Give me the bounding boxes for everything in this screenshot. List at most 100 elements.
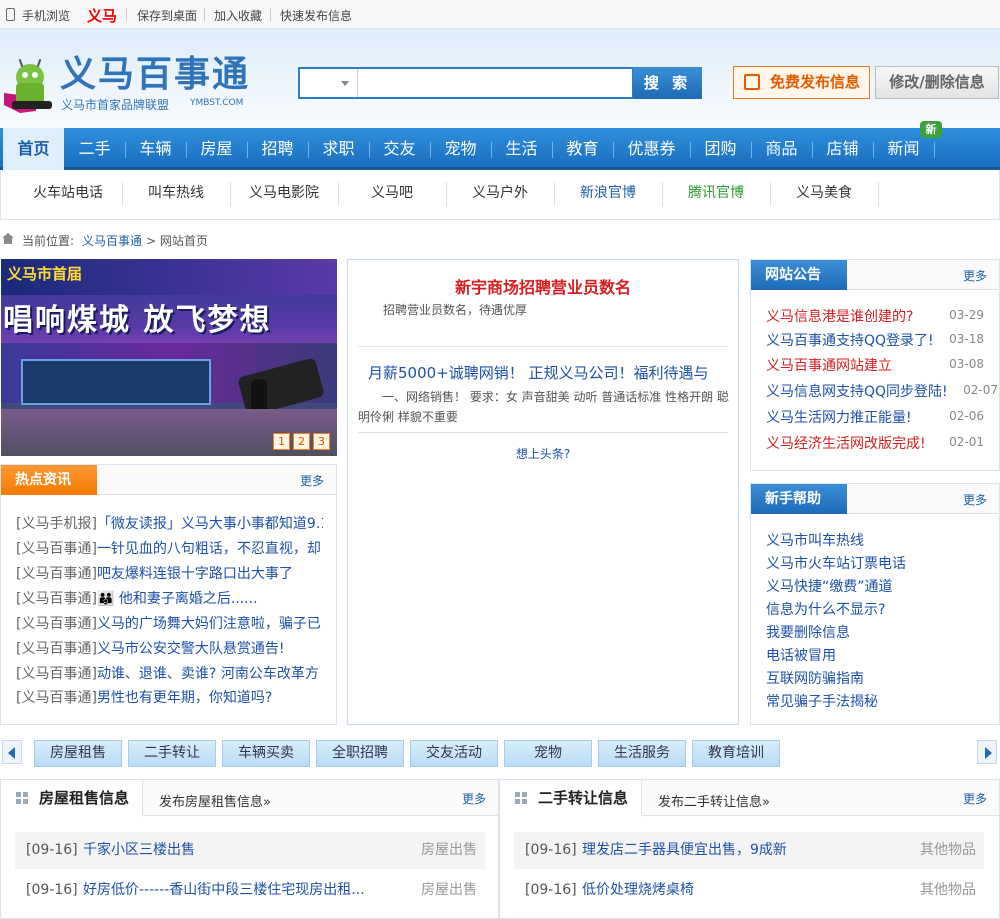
subnav-yima-bar[interactable]: 义马吧 <box>338 170 446 216</box>
secondhand-publish-link[interactable]: 发布二手转让信息» <box>658 791 770 810</box>
header: 义马百事通 义马市首家品牌联盟 YMBST.COM 搜 索 免费发布信息 修改/… <box>0 29 1000 128</box>
headline-second-title[interactable]: 月薪5000+诚聘网销！ 正规义马公司！福利待遇与 <box>368 362 720 383</box>
hot-news-item[interactable]: [义马百事通]吧友爆料连银十字路口出大事了 <box>16 563 323 583</box>
table-row[interactable]: [09-16] 好房低价------香山街中段三楼住宅现房出租... 房屋出售 <box>15 872 485 909</box>
help-item[interactable]: 义马快捷“缴费”通道 <box>766 576 893 596</box>
city-selector[interactable]: 义马 <box>87 5 117 26</box>
help-item[interactable]: 互联网防骗指南 <box>766 668 864 688</box>
help-more-link[interactable]: 更多 <box>963 491 987 508</box>
notice-more-link[interactable]: 更多 <box>963 267 987 284</box>
edit-icon <box>744 74 760 90</box>
nav-coupons[interactable]: 优惠券 <box>613 128 690 170</box>
notice-item[interactable]: 义马信息港是谁创建的? 03-29 <box>766 306 998 326</box>
logo-url: YMBST.COM <box>190 98 244 108</box>
nav-vehicles[interactable]: 车辆 <box>125 128 186 170</box>
search-category-select[interactable] <box>300 69 358 97</box>
help-item[interactable]: 我要删除信息 <box>766 622 850 642</box>
favorite-link[interactable]: 加入收藏 <box>214 7 262 24</box>
notice-item[interactable]: 义马信息网支持QQ同步登陆! 02-07 <box>766 381 998 401</box>
category-housing[interactable]: 房屋租售 <box>34 740 122 767</box>
nav-jobs[interactable]: 招聘 <box>247 128 308 170</box>
chevron-down-icon <box>341 81 349 86</box>
headline-panel: 新宇商场招聘营业员数名 招聘营业员数名，待遇优厚 月薪5000+诚聘网销！ 正规… <box>347 259 739 725</box>
subnav-cinema[interactable]: 义马电影院 <box>230 170 338 216</box>
slide-page-2[interactable]: 2 <box>293 433 310 450</box>
category-dating[interactable]: 交友活动 <box>410 740 498 767</box>
hot-news-item[interactable]: [义马百事通]义马市公安交警大队悬赏通告! <box>16 638 323 658</box>
category-fulltime-jobs[interactable]: 全职招聘 <box>316 740 404 767</box>
notice-item[interactable]: 义马经济生活网改版完成! 02-01 <box>766 433 998 453</box>
nav-pets[interactable]: 宠物 <box>430 128 491 170</box>
slide-page-1[interactable]: 1 <box>273 433 290 450</box>
nav-education[interactable]: 教育 <box>552 128 613 170</box>
subnav-taxi-hotline[interactable]: 叫车热线 <box>122 170 230 216</box>
hot-news-panel: 热点资讯 更多 [义马手机报]「微友读报」义马大事小事都知道9.16 [义马百事… <box>0 464 337 725</box>
category-life-services[interactable]: 生活服务 <box>598 740 686 767</box>
nav-life[interactable]: 生活 <box>491 128 552 170</box>
table-row[interactable]: [09-16] 理发店二手器具便宜出售，9成新 其他物品 <box>514 832 984 869</box>
breadcrumb-home-link[interactable]: 义马百事通 <box>82 232 142 249</box>
hot-news-item[interactable]: [义马百事通]👪 他和妻子离婚之后...... <box>16 588 323 608</box>
secondhand-more-link[interactable]: 更多 <box>963 790 987 807</box>
nav-dating[interactable]: 交友 <box>369 128 430 170</box>
help-item[interactable]: 义马市叫车热线 <box>766 530 864 550</box>
house-more-link[interactable]: 更多 <box>462 790 486 807</box>
subnav-sina-weibo[interactable]: 新浪官博 <box>554 170 662 216</box>
category-secondhand[interactable]: 二手转让 <box>128 740 216 767</box>
mobile-link[interactable]: 手机浏览 <box>22 7 70 24</box>
nav-products[interactable]: 商品 <box>751 128 812 170</box>
help-item[interactable]: 义马市火车站订票电话 <box>766 553 906 573</box>
search-input[interactable] <box>360 69 632 97</box>
search-button[interactable]: 搜 索 <box>633 67 702 99</box>
help-item[interactable]: 电话被冒用 <box>766 645 836 665</box>
notice-panel: 网站公告 更多 义马信息港是谁创建的? 03-29 义马百事通支持QQ登录了! 03… <box>750 259 1000 471</box>
house-publish-link[interactable]: 发布房屋租售信息» <box>159 791 271 810</box>
subnav-outdoor[interactable]: 义马户外 <box>446 170 554 216</box>
hot-news-more-link[interactable]: 更多 <box>300 472 324 489</box>
help-panel: 新手帮助 更多 义马市叫车热线 义马市火车站订票电话 义马快捷“缴费”通道 信息… <box>750 483 1000 725</box>
category-bar: 房屋租售 二手转让 车辆买卖 全职招聘 交友活动 宠物 生活服务 教育培训 <box>0 737 1000 767</box>
hot-news-item[interactable]: [义马百事通]义马的广场舞大妈们注意啦，骗子已 <box>16 613 323 633</box>
banner-headline: 唱响煤城 放飞梦想 <box>3 303 272 338</box>
category-pets[interactable]: 宠物 <box>504 740 592 767</box>
category-education[interactable]: 教育培训 <box>692 740 780 767</box>
nav-secondhand[interactable]: 二手 <box>64 128 125 170</box>
house-listing-panel: 房屋租售信息 发布房屋租售信息» 更多 [09-16] 千家小区三楼出售 房屋出售 … <box>0 779 499 919</box>
headline-ask-link[interactable]: 想上头条? <box>348 445 738 462</box>
headline-title[interactable]: 新宇商场招聘营业员数名 <box>348 274 738 298</box>
hot-news-item[interactable]: [义马百事通]男性也有更年期，你知道吗? <box>16 687 323 707</box>
subnav-food[interactable]: 义马美食 <box>770 170 878 216</box>
nav-groupbuy[interactable]: 团购 <box>690 128 751 170</box>
headline-desc: 招聘营业员数名，待遇优厚 <box>383 303 528 317</box>
table-row[interactable]: [09-16] 低价处理烧烤桌椅 其他物品 <box>514 872 984 909</box>
quick-post-link[interactable]: 快速发布信息 <box>280 7 352 24</box>
help-item[interactable]: 信息为什么不显示? <box>766 599 885 619</box>
nav-shops[interactable]: 店铺 <box>812 128 873 170</box>
help-item[interactable]: 常见骗子手法揭秘 <box>766 691 878 711</box>
mobile-icon <box>6 8 15 21</box>
subnav-train-phone[interactable]: 火车站电话 <box>14 170 122 216</box>
arrow-left-icon <box>8 747 15 759</box>
banner-slideshow[interactable]: 义马市首届 唱响煤城 放飞梦想 1 2 3 <box>1 259 337 456</box>
slide-page-3[interactable]: 3 <box>313 433 330 450</box>
hot-news-item[interactable]: [义马百事通]动谁、退谁、卖谁? 河南公车改革方 <box>16 663 323 683</box>
notice-item[interactable]: 义马百事通支持QQ登录了! 03-18 <box>766 330 998 350</box>
nav-home[interactable]: 首页 <box>3 128 64 170</box>
banner-caption: 义马市首届 <box>7 265 83 283</box>
category-vehicles[interactable]: 车辆买卖 <box>222 740 310 767</box>
edit-delete-button[interactable]: 修改/删除信息 <box>875 66 999 99</box>
notice-item[interactable]: 义马百事通网站建立 03-08 <box>766 355 998 375</box>
subnav-tencent-weibo[interactable]: 腾讯官博 <box>662 170 770 216</box>
save-desktop-link[interactable]: 保存到桌面 <box>137 7 197 24</box>
hot-news-item[interactable]: [义马手机报]「微友读报」义马大事小事都知道9.16 <box>16 513 323 533</box>
table-row[interactable]: [09-16] 千家小区三楼出售 房屋出售 <box>15 832 485 869</box>
hot-news-item[interactable]: [义马百事通]一针见血的八句粗话，不忍直视，却 <box>16 538 323 558</box>
free-post-button[interactable]: 免费发布信息 <box>733 66 870 99</box>
category-prev-button[interactable] <box>2 740 22 764</box>
logo-title: 义马百事通 <box>60 54 251 95</box>
category-next-button[interactable] <box>977 740 997 764</box>
nav-housing[interactable]: 房屋 <box>186 128 247 170</box>
arrow-right-icon <box>985 747 992 759</box>
nav-job-seeking[interactable]: 求职 <box>308 128 369 170</box>
notice-item[interactable]: 义马生活网力推正能量! 02-06 <box>766 407 998 427</box>
